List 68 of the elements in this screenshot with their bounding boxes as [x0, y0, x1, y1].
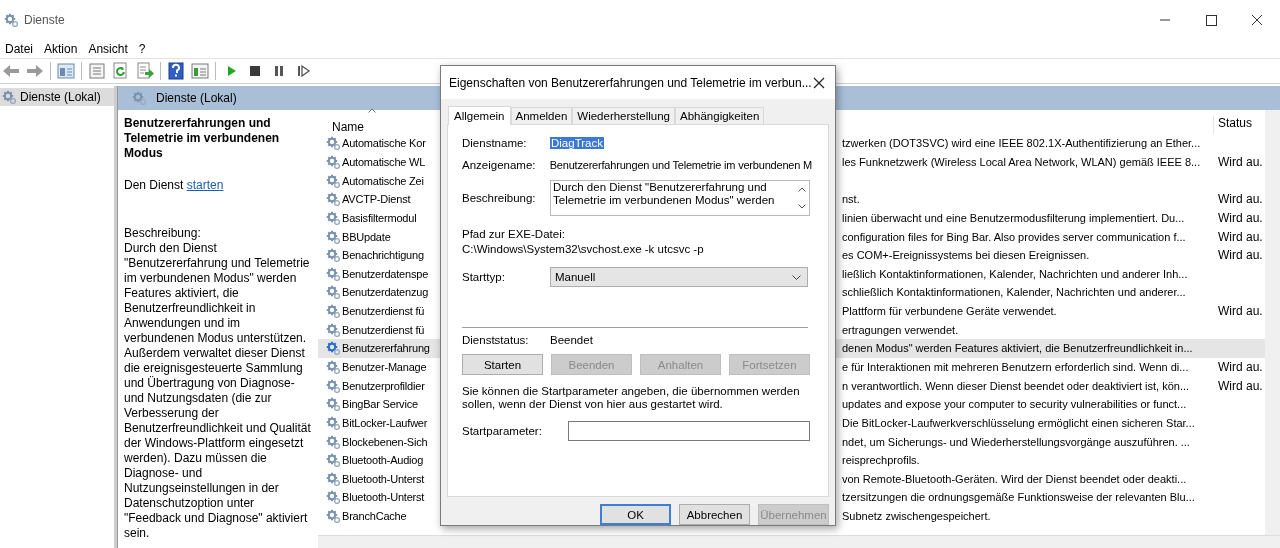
service-description: updates and expose your computer to security vulnerabilities or funct...	[842, 398, 1187, 411]
service-status: Wird au.	[1218, 229, 1263, 244]
service-status: Wird au.	[1218, 210, 1263, 225]
description-text: Durch den Dienst "Benutzererfahrung und Telemetrie im verbundenen Modus" werden Features aktiviert, die Benutzerfreundlichkeit in Anwendungen und im verbundenen Modus unterstützen. Außerdem verwaltet dieser Dienst die ereignisgesteuerte Sammlung und Übertragung von Diagnose- und Nutzungsdaten (die zur Verbesserung der Benutzerfreundlichkeit und Qualität der Windows-Plattform eingesetzt werden). Dazu müssen die Diagnose- und Nutzungseinstellungen in der Datenschutzoption unter "Feedback und Diagnose" aktiviert sein.	[124, 241, 312, 541]
service-name: Blockebenen-Sich	[342, 435, 428, 448]
service-name: Benutzerdatenspe	[342, 267, 429, 280]
action-text: Den Dienst starten	[124, 178, 225, 193]
service-description: les Funknetzwerk (Wireless Local Area Network, WLAN) gemäß IEEE 8...	[842, 155, 1201, 168]
service-description: tzwerken (DOT3SVC) wird eine IEEE 802.1X-Authentifizierung an Ether...	[842, 137, 1201, 150]
field-label: Starttyp:	[462, 271, 506, 284]
service-name: Bluetooth-Unterst	[342, 472, 425, 485]
service-name: Benutzerdienst fü	[342, 305, 425, 318]
service-description: Plattform für verbundene Geräte verwendet.	[842, 305, 1057, 318]
service-status-value: Beendet	[550, 334, 593, 347]
service-status: Wird au.	[1218, 360, 1263, 374]
service-description: Subnetz zwischengespeichert.	[842, 510, 991, 523]
service-status: Wird au.	[1218, 154, 1263, 169]
service-description: ließlich Kontaktinformationen, Kalender, Nachrichten und anderer Inh...	[842, 267, 1188, 280]
service-description: denen Modus" werden Features aktiviert, die Benutzerfreundlichkeit in...	[842, 342, 1193, 355]
service-name-value: DiagTrack	[550, 137, 604, 150]
service-description: nst.	[842, 193, 860, 206]
service-description: Die BitLocker-Laufwerkverschlüsselung ermöglicht einen sicheren Star...	[842, 416, 1195, 429]
field-label: Dienststatus:	[462, 334, 530, 347]
service-description: es COM+-Ereignissystems bei diesen Ereignissen.	[842, 249, 1090, 262]
field-label: Beschreibung:	[462, 192, 537, 205]
service-name: Benutzerdienst fü	[342, 323, 425, 336]
service-description: von Remote-Bluetooth-Geräten. Wird der Dienst beendet oder deakti...	[842, 472, 1187, 485]
service-description: ertragungen verwendet.	[842, 323, 959, 336]
field-label: Pfad zur EXE-Datei:	[462, 228, 566, 241]
service-description: reisprechprofils.	[842, 454, 920, 467]
window-title: Dienste	[24, 13, 65, 27]
service-name: Automatische WL	[342, 155, 426, 168]
service-name: Automatische Zei	[342, 174, 424, 187]
service-name: Bluetooth-Audiog	[342, 454, 424, 467]
service-status: Wird au.	[1218, 248, 1263, 263]
service-description: e für Interaktionen mit mehreren Benutzern erforderlich sind. Wenn di...	[842, 361, 1189, 373]
service-description: n verantwortlich. Wenn dieser Dienst beendet oder deaktiviert ist, kön...	[842, 379, 1190, 392]
service-name: AVCTP-Dienst	[342, 193, 411, 206]
field-label: Startparameter:	[462, 425, 543, 438]
service-description: configuration files for Bing Bar. Also provides server communication f...	[842, 230, 1186, 243]
service-description: tzersitzungen die ordnungsgemäße Funktionsweise der relevanten Blu...	[842, 491, 1195, 504]
service-name: BBUpdate	[342, 230, 391, 243]
service-description: ndet, um Sicherungs- und Wiederherstellungsvorgänge auszuführen. ...	[842, 435, 1190, 448]
service-name: Automatische Kor	[342, 137, 426, 150]
service-status: Wird au.	[1218, 304, 1263, 319]
service-name: Benutzer-Manage	[342, 361, 427, 373]
service-name: Bluetooth-Unterst	[342, 491, 425, 504]
field-label: Anzeigename:	[462, 159, 537, 172]
service-name: Benutzererfahrung	[342, 342, 430, 355]
dialog-title: Eigenschaften von Benutzererfahrungen und Telemetrie im verbun...	[449, 75, 812, 90]
service-name: BranchCache	[342, 510, 407, 523]
display-name-value: Benutzererfahrungen und Telemetrie im verbundenen M	[549, 159, 812, 172]
service-status: Wird au.	[1218, 192, 1263, 207]
service-title: Benutzererfahrungen und Telemetrie im verbundenen Modus	[124, 116, 281, 161]
service-name: BingBar Service	[342, 398, 418, 411]
service-name: Basisfiltermodul	[342, 211, 417, 224]
field-label: Dienstname:	[462, 137, 528, 150]
service-name: BitLocker-Laufwer	[342, 416, 428, 429]
pane-title: Dienste (Lokal)	[156, 91, 237, 105]
service-description: linien überwacht und eine Benutzermodusfilterung implementiert. Du...	[842, 211, 1185, 224]
exe-path-value: C:\Windows\System32\svchost.exe -k utcsvc -p	[462, 243, 705, 256]
hint-text: Sie können die Startparameter angeben, die übernommen werden sollen, wenn der Dienst von hier aus gestartet wird.	[462, 385, 801, 412]
service-name: Benutzerprofildier	[342, 379, 425, 392]
service-name: Benutzerdatenzug	[342, 286, 429, 299]
service-name: Benachrichtigung	[342, 249, 424, 262]
service-description: schließlich Kontaktinformationen, Kalender, Nachrichten und anderer...	[842, 286, 1186, 299]
description-label: Beschreibung:	[124, 226, 202, 241]
service-status: Wird au.	[1218, 378, 1263, 393]
